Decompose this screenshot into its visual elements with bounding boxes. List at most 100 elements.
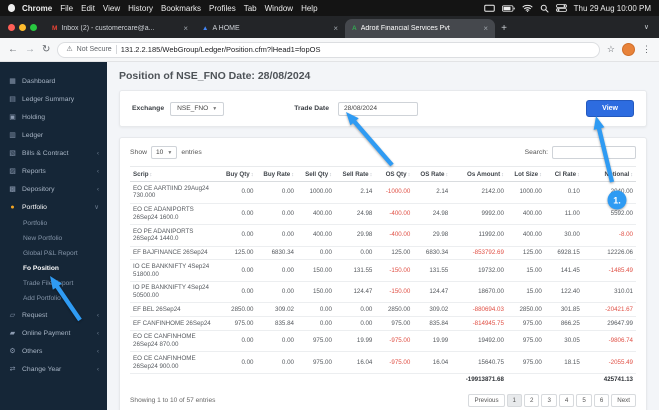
browser-tab[interactable]: A Adroit Financial Services Pvt × bbox=[345, 19, 495, 38]
menu-item-chrome[interactable]: Chrome bbox=[22, 4, 52, 13]
table-row: EO CE CANFINHOME 26Sep24 870.00 0.00 0.00 9… bbox=[130, 330, 636, 353]
cell-os_rate: 309.02 bbox=[413, 302, 452, 317]
search-input[interactable] bbox=[552, 146, 636, 159]
table-row: EF BEL 26Sep24 2850.00 309.02 0.00 0.00 2850.… bbox=[130, 302, 636, 317]
sidebar-subitem-add-portfolio[interactable]: Add Portfolio bbox=[0, 291, 107, 306]
cell-sell_qty: 150.00 bbox=[296, 281, 335, 304]
cell-scrip: EO CE CANFINHOME 26Sep24 900.00 bbox=[130, 351, 222, 374]
column-header-buy-rate[interactable]: Buy Rate↕ bbox=[256, 166, 297, 182]
sidebar-item-ledger[interactable]: ▥ Ledger bbox=[0, 126, 107, 144]
column-header-scrip[interactable]: Scrip↕ bbox=[130, 166, 222, 182]
sidebar-item-ledger-summary[interactable]: ▤ Ledger Summary bbox=[0, 90, 107, 108]
sidebar-subitem-new-portfolio[interactable]: New Portfolio bbox=[0, 231, 107, 246]
menu-item-profiles[interactable]: Profiles bbox=[209, 4, 236, 13]
minimize-window-button[interactable] bbox=[19, 23, 26, 31]
apple-logo-icon[interactable] bbox=[8, 4, 15, 12]
pagination-page-3[interactable]: 3 bbox=[541, 393, 557, 407]
browser-tab[interactable]: M Inbox (2) - customercare@a... × bbox=[45, 19, 195, 38]
total-sell_qty bbox=[296, 372, 335, 387]
browser-tab[interactable]: ▲ A HOME × bbox=[195, 19, 345, 38]
cell-lot_size: 15.00 bbox=[506, 259, 545, 282]
forward-button[interactable]: → bbox=[25, 44, 35, 55]
menu-item-history[interactable]: History bbox=[128, 4, 153, 13]
column-header-cl-rate[interactable]: Cl Rate↕ bbox=[544, 166, 583, 182]
bookmark-star-icon[interactable]: ☆ bbox=[607, 44, 615, 55]
sidebar-subitem-fo-position[interactable]: Fo Position bbox=[0, 261, 107, 276]
column-header-sell-rate[interactable]: Sell Rate↕ bbox=[334, 166, 376, 182]
sidebar-item-label: Request bbox=[22, 311, 48, 319]
pagination-previous[interactable]: Previous bbox=[468, 393, 505, 407]
chevron-down-icon: ▼ bbox=[167, 149, 173, 156]
wifi-icon[interactable] bbox=[522, 4, 533, 12]
url-text: 131.2.2.185/WebGroup/Ledger/Position.cfm… bbox=[120, 45, 321, 54]
cell-os_rate: 835.84 bbox=[413, 316, 452, 331]
screen-mirroring-icon[interactable] bbox=[483, 4, 495, 13]
column-header-notional[interactable]: Notional↕ bbox=[582, 166, 636, 182]
exchange-select[interactable]: NSE_FNO ▼ bbox=[170, 101, 225, 116]
tab-title: A HOME bbox=[212, 25, 240, 32]
column-header-sell-qty[interactable]: Sell Qty↕ bbox=[296, 166, 335, 182]
sidebar-item-online-payment[interactable]: ▰ Online Payment ‹ bbox=[0, 324, 107, 342]
pagination-page-1[interactable]: 1 bbox=[506, 393, 522, 407]
cell-os_amount: 19732.00 bbox=[451, 259, 507, 282]
pagination-page-6[interactable]: 6 bbox=[593, 393, 610, 407]
menu-item-file[interactable]: File bbox=[60, 4, 73, 13]
cell-os_qty: -1000.00 bbox=[375, 181, 414, 204]
view-button[interactable]: View bbox=[586, 100, 634, 117]
menu-item-bookmarks[interactable]: Bookmarks bbox=[161, 4, 201, 13]
tab-close-icon[interactable]: × bbox=[183, 24, 188, 33]
sidebar-item-depository[interactable]: ▩ Depository ‹ bbox=[0, 180, 107, 198]
reload-button[interactable]: ↻ bbox=[42, 44, 50, 55]
sidebar-item-label: Dashboard bbox=[22, 77, 56, 85]
menu-item-edit[interactable]: Edit bbox=[81, 4, 95, 13]
cell-cl_rate: 6928.15 bbox=[544, 246, 583, 261]
table-row: IO CE BANKNIFTY 4Sep24 51800.00 0.00 0.00 1… bbox=[130, 259, 636, 282]
sidebar-item-bills-contract[interactable]: ▧ Bills & Contract ‹ bbox=[0, 144, 107, 162]
menu-item-window[interactable]: Window bbox=[265, 4, 293, 13]
sidebar-item-holding[interactable]: ▣ Holding bbox=[0, 108, 107, 126]
trade-date-input[interactable] bbox=[337, 101, 418, 116]
menu-item-view[interactable]: View bbox=[103, 4, 120, 13]
tab-search-chevron-icon[interactable]: ∨ bbox=[644, 23, 653, 31]
spotlight-search-icon[interactable] bbox=[540, 4, 549, 13]
pagination-next[interactable]: Next bbox=[611, 393, 636, 407]
column-header-os-qty[interactable]: OS Qty↕ bbox=[375, 166, 414, 182]
browser-menu-icon[interactable]: ⋮ bbox=[642, 44, 651, 55]
page-size-select[interactable]: 10 ▼ bbox=[151, 146, 178, 159]
cell-os_amount: -814945.75 bbox=[451, 316, 507, 331]
address-bar[interactable]: ⚠ Not Secure 131.2.2.185/WebGroup/Ledger… bbox=[57, 41, 600, 58]
sidebar-item-reports[interactable]: ▨ Reports ‹ bbox=[0, 162, 107, 180]
menu-item-help[interactable]: Help bbox=[301, 4, 317, 13]
sidebar-item-portfolio[interactable]: ● Portfolio ∨ bbox=[0, 198, 107, 216]
bills-icon: ▧ bbox=[9, 150, 16, 157]
chevron-left-icon: ‹ bbox=[96, 347, 99, 355]
column-label: Sell Qty bbox=[305, 170, 329, 178]
pagination-page-2[interactable]: 2 bbox=[524, 393, 540, 407]
pagination-page-4[interactable]: 4 bbox=[558, 393, 575, 407]
column-label: Os Amount bbox=[467, 170, 501, 178]
sidebar-item-change-year[interactable]: ⇄ Change Year ‹ bbox=[0, 360, 107, 378]
pagination-page-5[interactable]: 5 bbox=[576, 393, 592, 407]
sidebar-subitem-portfolio[interactable]: Portfolio bbox=[0, 216, 107, 231]
menu-item-tab[interactable]: Tab bbox=[244, 4, 257, 13]
column-header-os-rate[interactable]: OS Rate↕ bbox=[413, 166, 452, 182]
sidebar-item-others[interactable]: ⚙ Others ‹ bbox=[0, 342, 107, 360]
column-header-buy-qty[interactable]: Buy Qty↕ bbox=[221, 166, 257, 182]
new-tab-button[interactable]: + bbox=[495, 19, 513, 38]
sidebar-item-dashboard[interactable]: ▦ Dashboard bbox=[0, 72, 107, 90]
control-center-icon[interactable] bbox=[555, 4, 567, 12]
tab-close-icon[interactable]: × bbox=[333, 24, 338, 33]
sidebar-subitem-global-p-l-report[interactable]: Global P&L Report bbox=[0, 246, 107, 261]
cell-buy_qty: 125.00 bbox=[221, 246, 257, 261]
cell-sell_rate: 124.47 bbox=[334, 281, 376, 304]
cell-buy_rate: 0.00 bbox=[256, 181, 297, 204]
sidebar-subitem-trade-file-export[interactable]: Trade File Export bbox=[0, 276, 107, 291]
sidebar-item-request[interactable]: ▱ Request ‹ bbox=[0, 306, 107, 324]
zoom-window-button[interactable] bbox=[30, 23, 37, 31]
tab-close-icon[interactable]: × bbox=[483, 24, 488, 33]
back-button[interactable]: ← bbox=[8, 44, 18, 55]
column-header-lot-size[interactable]: Lot Size↕ bbox=[506, 166, 545, 182]
column-header-os-amount[interactable]: Os Amount↕ bbox=[451, 166, 507, 182]
profile-avatar[interactable] bbox=[622, 43, 635, 56]
close-window-button[interactable] bbox=[8, 23, 15, 31]
